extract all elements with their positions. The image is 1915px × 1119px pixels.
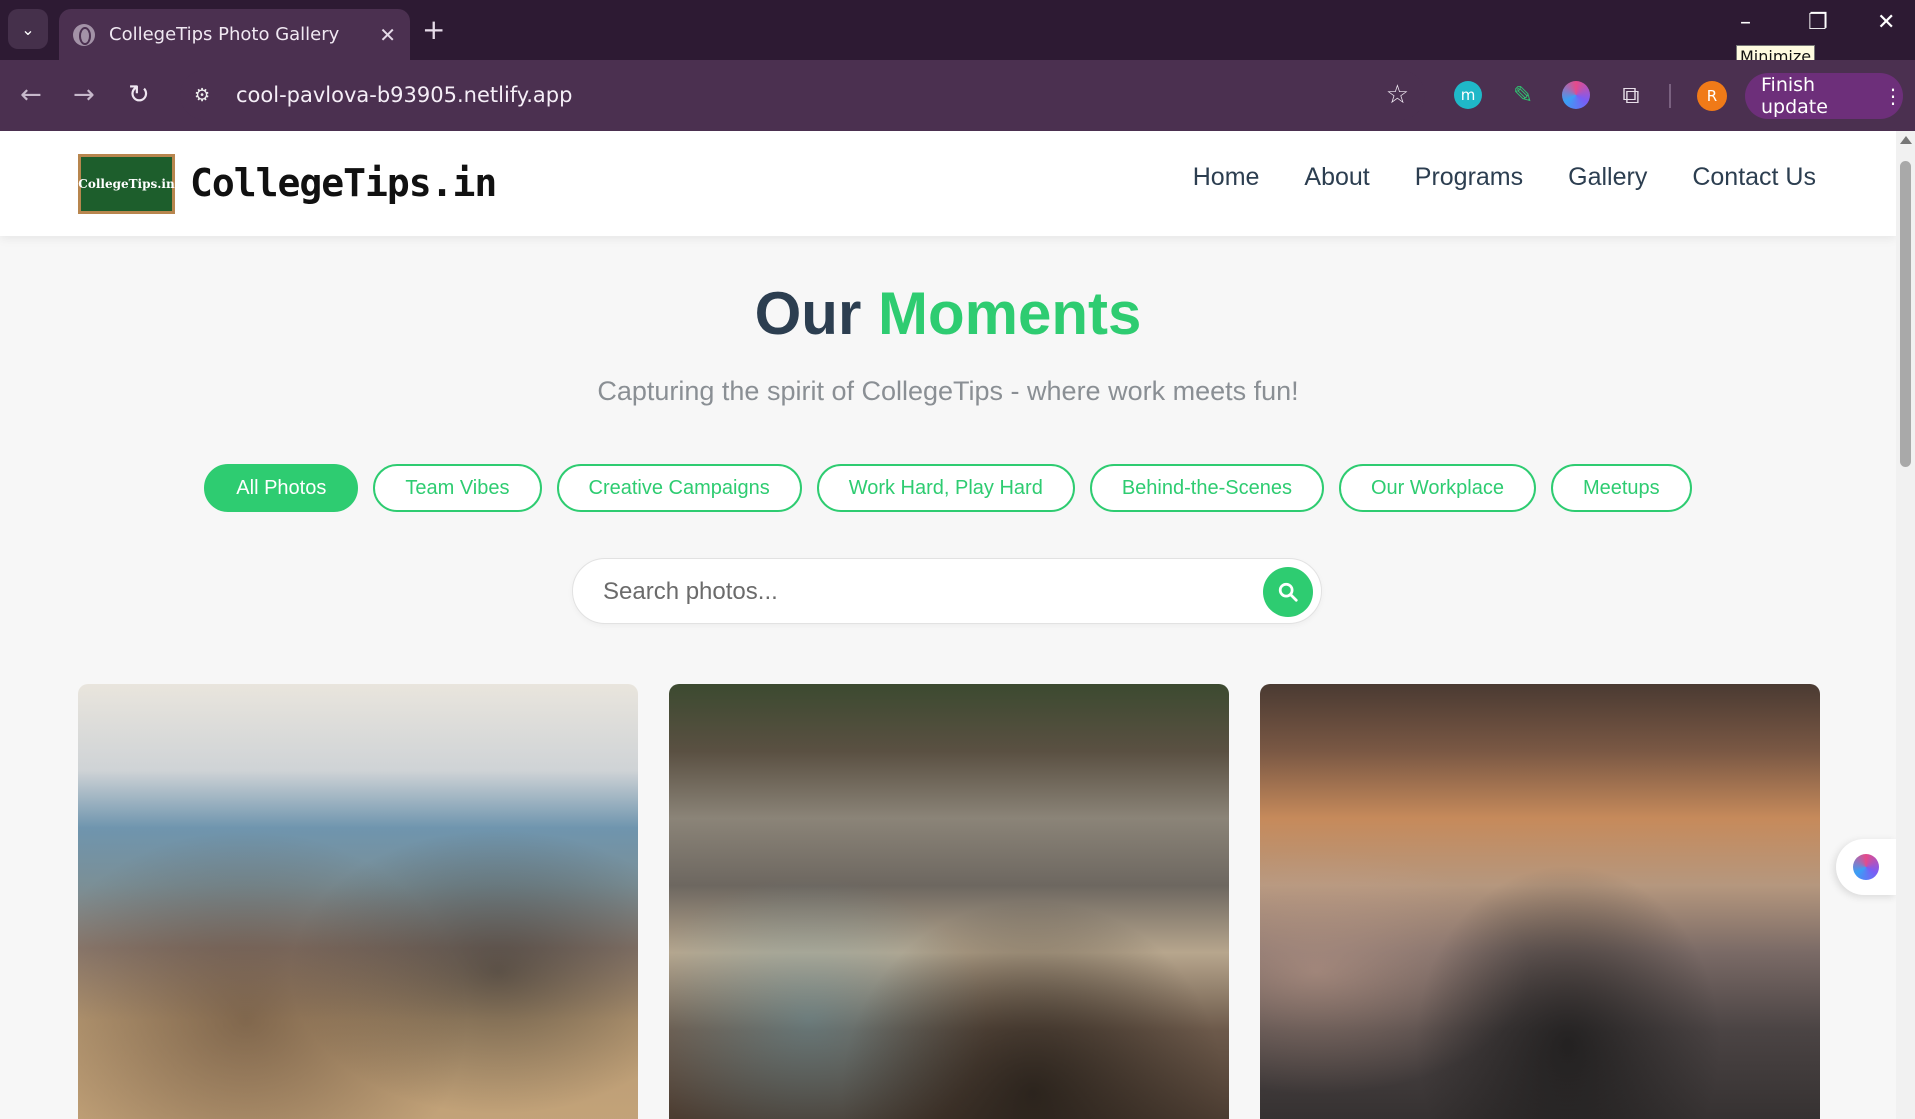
scrollbar-thumb[interactable] bbox=[1900, 161, 1911, 467]
browser-tab[interactable]: CollegeTips Photo Gallery ✕ bbox=[59, 9, 410, 60]
gallery-photo-carrom[interactable] bbox=[1260, 684, 1820, 1119]
filter-our-workplace[interactable]: Our Workplace bbox=[1338, 464, 1536, 512]
filter-work-hard-play-hard[interactable]: Work Hard, Play Hard bbox=[816, 464, 1075, 512]
page-viewport: CollegeTips.in CollegeTips.in Home About… bbox=[0, 131, 1896, 1119]
extension-m-icon[interactable]: m bbox=[1454, 81, 1482, 109]
tab-title: CollegeTips Photo Gallery bbox=[109, 24, 340, 45]
filter-meetups[interactable]: Meetups bbox=[1550, 464, 1692, 512]
photo-overlay bbox=[1260, 684, 1820, 1119]
brain-icon bbox=[1853, 854, 1879, 880]
nav-home[interactable]: Home bbox=[1193, 163, 1260, 192]
filter-behind-the-scenes[interactable]: Behind-the-Scenes bbox=[1089, 464, 1324, 512]
main-nav: Home About Programs Gallery Contact Us bbox=[1193, 163, 1816, 192]
site-header: CollegeTips.in CollegeTips.in Home About… bbox=[0, 131, 1896, 236]
more-menu-icon[interactable]: ⋮ bbox=[1883, 84, 1903, 108]
tab-search-button[interactable]: ⌄ bbox=[8, 9, 48, 49]
minimize-button[interactable]: – bbox=[1740, 10, 1751, 35]
title-accent: Moments bbox=[877, 280, 1142, 347]
photo-grid bbox=[78, 684, 1820, 1119]
browser-toolbar: ← → ↻ ⚙ cool-pavlova-b93905.netlify.app … bbox=[0, 60, 1915, 131]
site-info-icon[interactable]: ⚙ bbox=[194, 85, 226, 106]
gallery-photo-meeting[interactable] bbox=[78, 684, 638, 1119]
back-button[interactable]: ← bbox=[20, 78, 42, 112]
browser-tab-strip: ⌄ CollegeTips Photo Gallery ✕ + – ❐ ✕ Mi… bbox=[0, 0, 1915, 68]
gallery-photo-celebration[interactable] bbox=[669, 684, 1229, 1119]
new-tab-button[interactable]: + bbox=[422, 14, 445, 46]
search-button[interactable] bbox=[1263, 567, 1313, 617]
url-text: cool-pavlova-b93905.netlify.app bbox=[236, 83, 573, 107]
search-input[interactable] bbox=[603, 572, 1223, 612]
nav-gallery[interactable]: Gallery bbox=[1568, 163, 1647, 192]
finish-update-button[interactable]: Finish update ⋮ bbox=[1745, 73, 1903, 119]
restore-button[interactable]: ❐ bbox=[1808, 10, 1828, 35]
filter-all-photos[interactable]: All Photos bbox=[204, 464, 359, 512]
search-box bbox=[572, 558, 1322, 624]
photo-overlay bbox=[78, 684, 638, 1119]
filter-creative-campaigns[interactable]: Creative Campaigns bbox=[556, 464, 802, 512]
finish-update-label: Finish update bbox=[1761, 74, 1828, 118]
nav-contact[interactable]: Contact Us bbox=[1692, 163, 1816, 192]
floating-brain-extension-button[interactable] bbox=[1836, 839, 1896, 895]
extensions-puzzle-icon[interactable]: ⧉ bbox=[1617, 81, 1645, 109]
reload-button[interactable]: ↻ bbox=[128, 78, 150, 112]
logo-badge[interactable]: CollegeTips.in bbox=[78, 154, 175, 214]
nav-about[interactable]: About bbox=[1304, 163, 1369, 192]
forward-button[interactable]: → bbox=[73, 78, 95, 112]
page-subtitle: Capturing the spirit of CollegeTips - wh… bbox=[597, 376, 1299, 406]
filter-team-vibes[interactable]: Team Vibes bbox=[373, 464, 542, 512]
scroll-up-arrow-icon[interactable] bbox=[1900, 136, 1912, 144]
toolbar-divider bbox=[1669, 84, 1671, 108]
address-bar[interactable]: ⚙ cool-pavlova-b93905.netlify.app ☆ bbox=[180, 70, 1425, 120]
photo-overlay bbox=[669, 684, 1229, 1119]
title-plain: Our bbox=[754, 280, 878, 347]
globe-icon bbox=[73, 23, 95, 46]
profile-avatar[interactable]: R bbox=[1697, 81, 1727, 111]
close-window-button[interactable]: ✕ bbox=[1877, 10, 1895, 35]
nav-programs[interactable]: Programs bbox=[1415, 163, 1523, 192]
filter-bar: All Photos Team Vibes Creative Campaigns… bbox=[0, 464, 1896, 512]
search-icon bbox=[1278, 582, 1298, 602]
brand-name[interactable]: CollegeTips.in bbox=[190, 161, 497, 205]
bookmark-star-icon[interactable]: ☆ bbox=[1386, 80, 1409, 110]
brain-extension-icon[interactable] bbox=[1562, 81, 1590, 109]
page-scrollbar[interactable] bbox=[1896, 131, 1915, 1119]
page-title: Our Moments bbox=[0, 279, 1896, 348]
highlighter-extension-icon[interactable]: ✎ bbox=[1509, 81, 1537, 109]
close-tab-icon[interactable]: ✕ bbox=[379, 23, 396, 47]
